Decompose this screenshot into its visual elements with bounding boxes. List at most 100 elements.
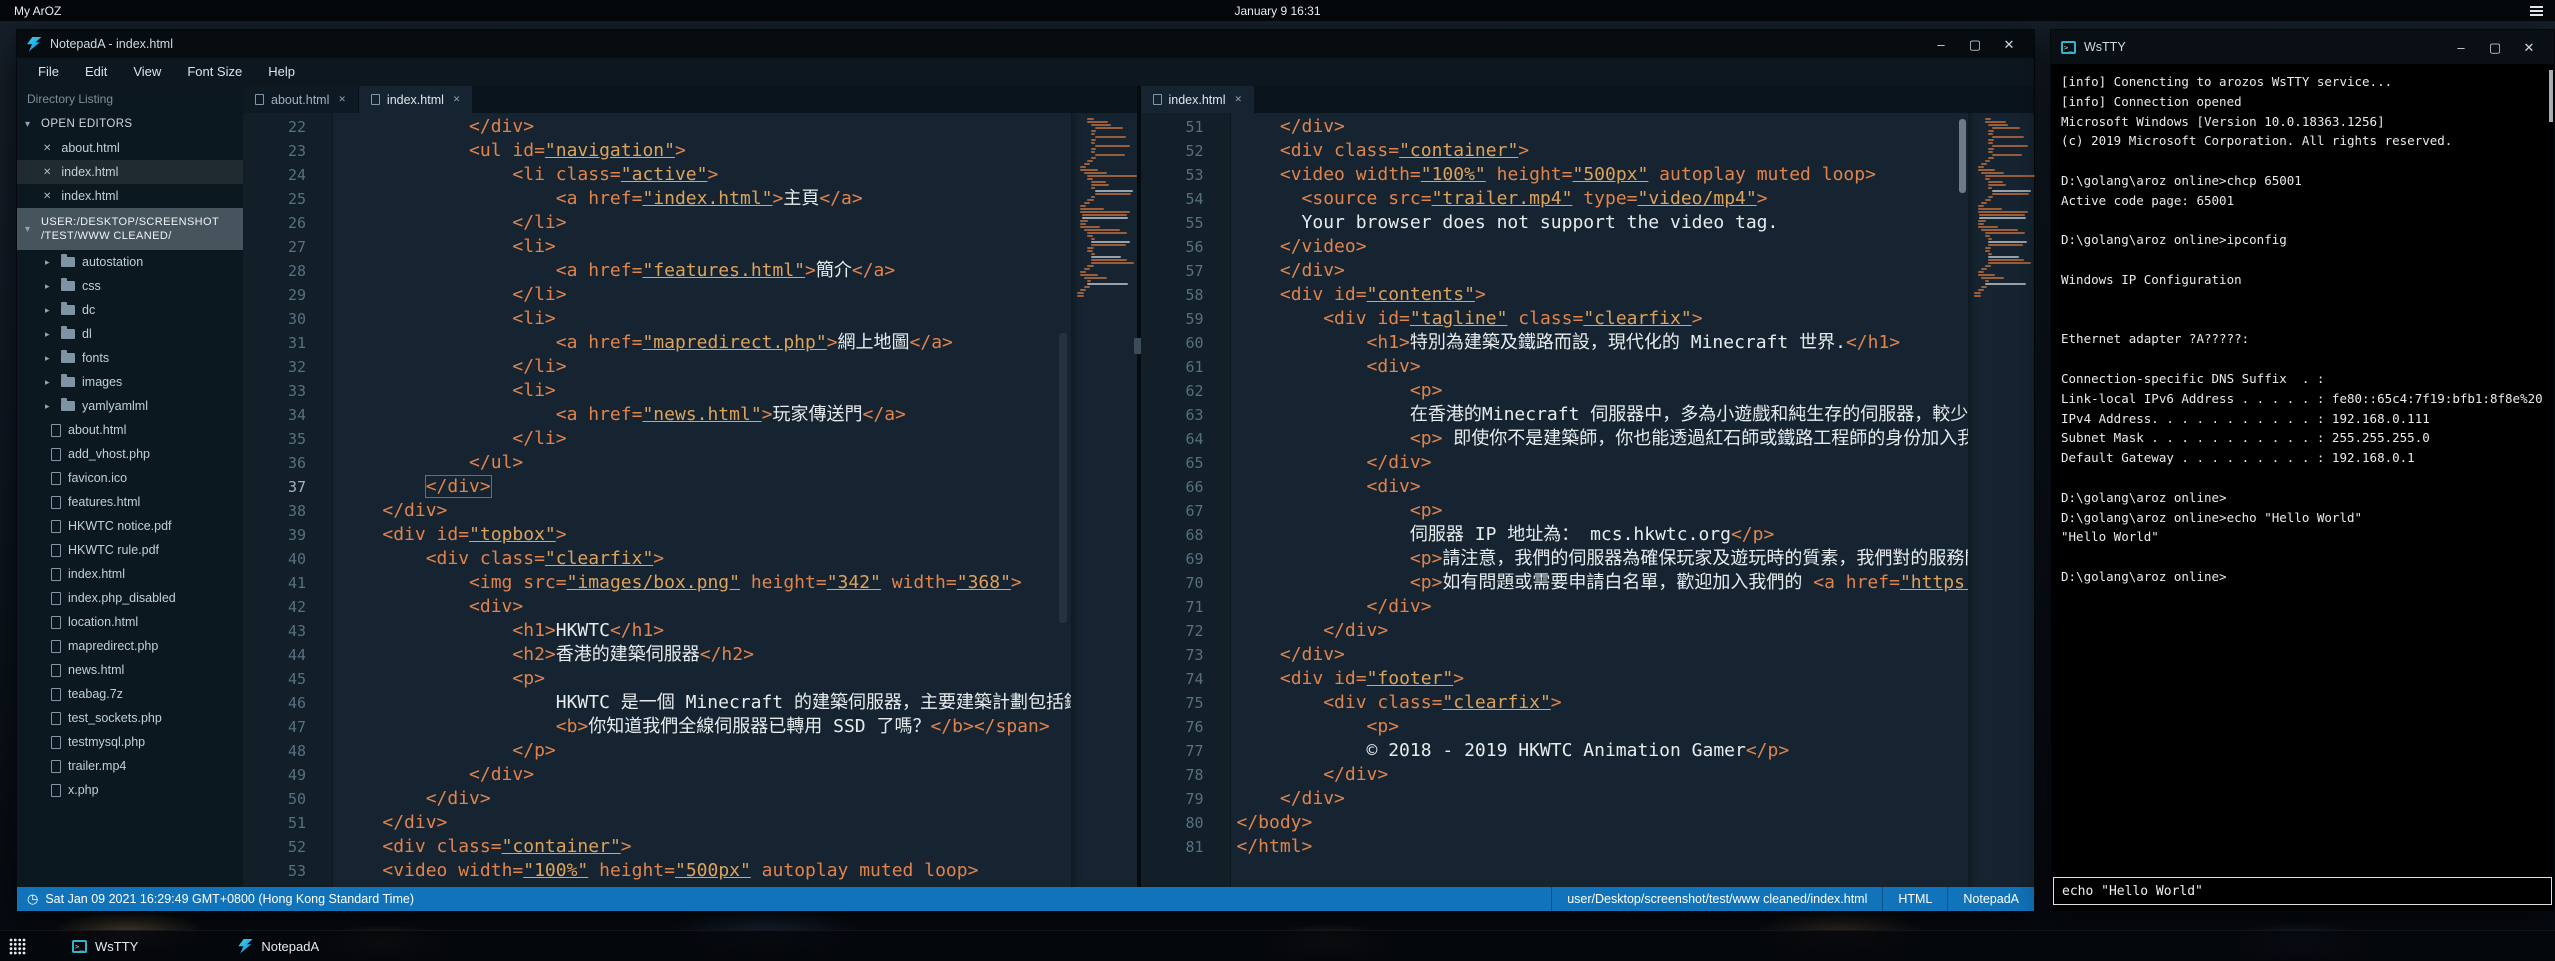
code-line: </li> [339,355,1071,379]
tab-index.html[interactable]: index.html✕ [1141,86,1256,113]
open-editors-header[interactable]: ▾ OPEN EDITORS [17,112,243,136]
launcher-icon[interactable] [9,938,26,955]
folder-label: dl [82,327,92,341]
terminal-output[interactable]: [info] Conencting to arozos WsTTY servic… [2051,64,2548,867]
line-number: 72 [1141,619,1230,643]
scrollbar-thumb[interactable] [1059,333,1067,623]
code-line: Your browser does not support the video … [1237,211,1969,235]
line-number: 51 [243,811,332,835]
file-item[interactable]: about.html [17,418,243,442]
file-item[interactable]: index.php_disabled [17,586,243,610]
code-line: </li> [339,427,1071,451]
taskbar-item-notepada[interactable]: NotepadA [228,931,329,961]
code-editor[interactable]: 5152535455565758596061626364656667686970… [1141,113,2035,887]
code-line: <div class="clearfix"> [339,547,1071,571]
notepada-menubar: FileEditViewFont SizeHelp [17,58,2034,86]
terminal-line: D:\golang\aroz online> [2061,488,2538,508]
menu-file[interactable]: File [25,58,72,86]
file-item[interactable]: test_sockets.php [17,706,243,730]
workspace-header[interactable]: ▾ USER:/DESKTOP/SCREENSHOT/TEST/WWW CLEA… [17,208,243,250]
open-editor-item[interactable]: ✕index.html [17,160,243,184]
menu-view[interactable]: View [120,58,174,86]
file-item[interactable]: favicon.ico [17,466,243,490]
system-menu-icon[interactable] [2530,6,2543,16]
line-number: 45 [243,667,332,691]
system-brand[interactable]: My ArOZ [14,4,61,18]
code-line: </div> [339,763,1071,787]
line-number: 79 [1141,787,1230,811]
chevron-right-icon: ▸ [45,353,54,364]
close-tab-icon[interactable]: ✕ [338,94,346,105]
file-item[interactable]: teabag.7z [17,682,243,706]
minimize-icon[interactable]: – [2452,41,2470,54]
folder-item[interactable]: ▸fonts [17,346,243,370]
file-item[interactable]: testmysql.php [17,730,243,754]
minimap[interactable] [1968,113,2034,887]
maximize-icon[interactable]: ▢ [1966,38,1984,51]
file-item[interactable]: trailer.mp4 [17,754,243,778]
file-item[interactable]: x.php [17,778,243,802]
notepada-window: NotepadA - index.html – ▢ ✕ FileEditView… [16,29,2035,912]
minimize-icon[interactable]: – [1932,38,1950,51]
tab-index.html[interactable]: index.html✕ [359,86,474,113]
terminal-input[interactable] [2053,877,2552,905]
close-icon[interactable]: ✕ [2520,41,2538,54]
file-item[interactable]: index.html [17,562,243,586]
code-line: </p> [339,739,1071,763]
minimap[interactable] [1071,113,1137,887]
code-area[interactable]: </div> <div class="container"> <video wi… [1231,113,1969,887]
code-line: <li class="active"> [339,163,1071,187]
file-item[interactable]: mapredirect.php [17,634,243,658]
scrollbar-thumb[interactable] [1959,119,1966,193]
terminal-line: [info] Conencting to arozos WsTTY servic… [2061,72,2538,92]
close-icon[interactable]: ✕ [43,143,51,154]
line-number: 74 [1141,667,1230,691]
menu-font-size[interactable]: Font Size [174,58,255,86]
notepada-titlebar[interactable]: NotepadA - index.html – ▢ ✕ [17,30,2034,58]
close-icon[interactable]: ✕ [43,191,51,202]
terminal-line [2061,547,2538,567]
close-tab-icon[interactable]: ✕ [1234,94,1242,105]
terminal-line [2061,250,2538,270]
file-item[interactable]: features.html [17,490,243,514]
code-editor[interactable]: 2223242526272829303132333435363738394041… [243,113,1137,887]
file-label: x.php [68,783,99,797]
folder-item[interactable]: ▸autostation [17,250,243,274]
grid-dots [9,938,26,955]
terminal-scrollbar[interactable] [2549,70,2553,122]
folder-item[interactable]: ▸dc [17,298,243,322]
menu-edit[interactable]: Edit [72,58,120,86]
tab-about.html[interactable]: about.html✕ [243,86,359,113]
open-editor-item[interactable]: ✕about.html [17,136,243,160]
taskbar-item-wstty[interactable]: WsTTY [62,931,148,961]
file-label: test_sockets.php [68,711,162,725]
folder-item[interactable]: ▸images [17,370,243,394]
code-area[interactable]: </div> <ul id="navigation"> <li class="a… [333,113,1071,887]
close-tab-icon[interactable]: ✕ [453,94,461,105]
sidebar-title: Directory Listing [17,86,243,112]
open-editor-item[interactable]: ✕index.html [17,184,243,208]
window-controls: – ▢ ✕ [2452,41,2544,54]
line-number: 36 [243,451,332,475]
file-item[interactable]: HKWTC notice.pdf [17,514,243,538]
menu-help[interactable]: Help [255,58,308,86]
terminal-line: Subnet Mask . . . . . . . . . . . : 255.… [2061,428,2538,448]
code-line: <div id="tagline" class="clearfix"> [1237,307,1969,331]
close-icon[interactable]: ✕ [2000,38,2018,51]
folder-icon [61,353,75,363]
file-item[interactable]: HKWTC rule.pdf [17,538,243,562]
file-label: index.php_disabled [68,591,176,605]
folder-item[interactable]: ▸dl [17,322,243,346]
line-number: 61 [1141,355,1230,379]
folder-item[interactable]: ▸css [17,274,243,298]
code-line: 在香港的Minecraft 伺服器中，多為小遊戲和純生存的伺服器，較少擁有 [1237,403,1969,427]
maximize-icon[interactable]: ▢ [2486,41,2504,54]
open-editors-label: OPEN EDITORS [41,118,133,130]
close-icon[interactable]: ✕ [43,167,51,178]
file-item[interactable]: add_vhost.php [17,442,243,466]
file-item[interactable]: news.html [17,658,243,682]
folder-item[interactable]: ▸yamlyamlml [17,394,243,418]
wstty-titlebar[interactable]: WsTTY – ▢ ✕ [2051,30,2554,64]
file-item[interactable]: location.html [17,610,243,634]
status-language[interactable]: HTML [1882,887,1947,911]
